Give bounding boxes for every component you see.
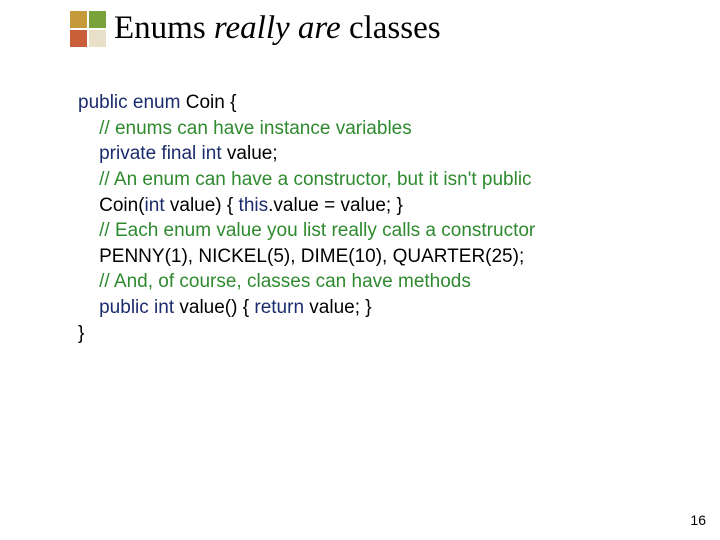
code-block: public enum Coin { // enums can have ins… bbox=[78, 90, 660, 346]
code-line: PENNY(1), NICKEL(5), DIME(10), QUARTER(2… bbox=[78, 244, 660, 270]
code-comment: // An enum can have a constructor, but i… bbox=[78, 167, 660, 193]
slide: Enums really are classes public enum Coi… bbox=[0, 0, 720, 540]
code-line: Coin(int value) { this.value = value; } bbox=[78, 193, 660, 219]
code-line: public enum Coin { bbox=[78, 90, 660, 116]
corner-decoration-icon bbox=[70, 11, 106, 47]
code-line: } bbox=[78, 321, 660, 347]
code-comment: // Each enum value you list really calls… bbox=[78, 218, 660, 244]
code-line: private final int value; bbox=[78, 141, 660, 167]
code-line: public int value() { return value; } bbox=[78, 295, 660, 321]
title-area: Enums really are classes bbox=[70, 10, 441, 47]
slide-number: 16 bbox=[690, 512, 706, 528]
slide-title: Enums really are classes bbox=[114, 10, 441, 47]
code-comment: // enums can have instance variables bbox=[78, 116, 660, 142]
code-comment: // And, of course, classes can have meth… bbox=[78, 269, 660, 295]
